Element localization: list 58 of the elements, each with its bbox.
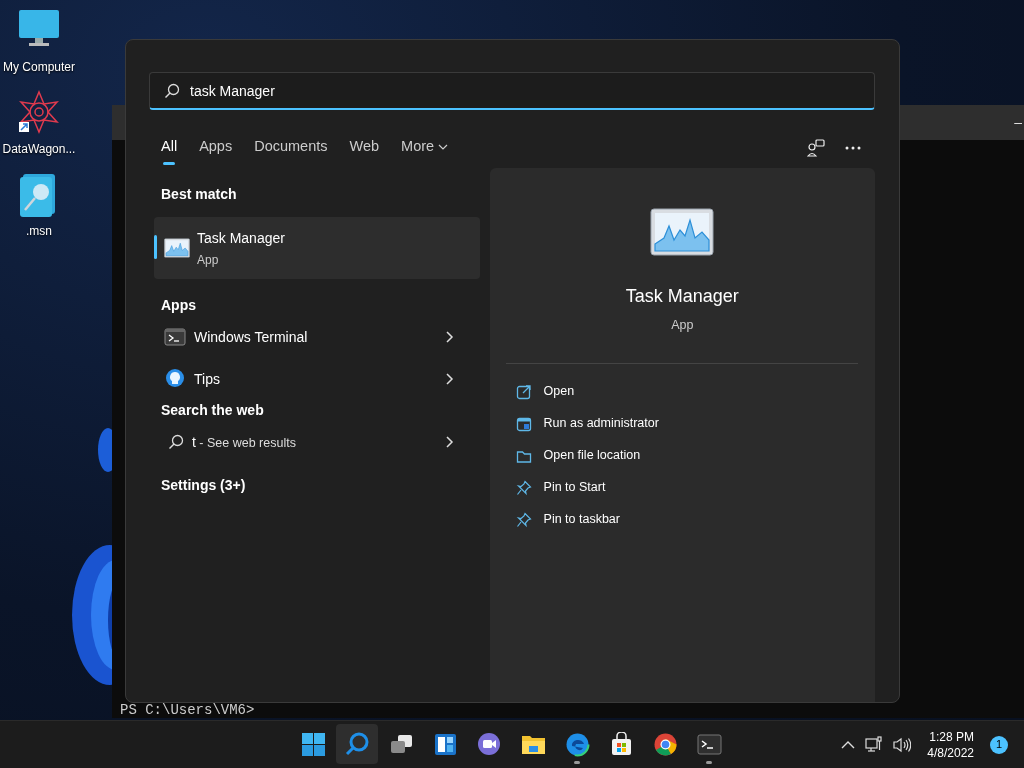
section-heading: Best match: [160, 185, 238, 204]
filter-dropdown[interactable]: More: [401, 132, 449, 162]
desktop-icon-label[interactable]: DataWagon...: [2, 140, 76, 158]
app-result-item[interactable]: Windows Terminal: [154, 316, 480, 358]
caret-icon: [438, 143, 449, 151]
terminal-icon: [164, 326, 186, 348]
shield-window-icon: [515, 415, 532, 432]
network-button[interactable]: [865, 736, 884, 753]
section-heading: Search the web: [160, 401, 265, 420]
app-title: Task Manager: [625, 285, 739, 308]
section-heading: Apps: [160, 296, 197, 315]
action-link[interactable]: Pin to taskbar: [515, 503, 875, 536]
action-link[interactable]: Open file location: [515, 439, 875, 472]
filter-tab[interactable]: Apps: [199, 132, 233, 162]
terminal-icon: [696, 731, 722, 757]
round-browser-icon: [652, 731, 678, 757]
filter-tab[interactable]: Documents: [254, 132, 328, 162]
section-heading: Settings (3+): [160, 476, 247, 495]
app-result-item[interactable]: Tips: [154, 358, 480, 400]
search-icon: [164, 83, 180, 99]
speaker-icon: [893, 736, 912, 753]
desktop-icon-label[interactable]: .msn: [26, 222, 52, 240]
video-chat-icon: [476, 731, 502, 757]
best-match-item[interactable]: Task Manager App: [154, 217, 480, 279]
app-type: App: [671, 317, 694, 334]
action-link[interactable]: Open: [515, 375, 875, 408]
terminal-prompt: PS C:\Users\VM6>: [120, 703, 255, 717]
action-link[interactable]: Pin to Start: [515, 471, 875, 504]
chevron-icon: [443, 373, 454, 385]
chevron-up-icon: [841, 739, 856, 750]
filter-tab[interactable]: All: [161, 132, 178, 162]
minimize-button[interactable]: –: [1014, 112, 1022, 133]
pin-icon: [515, 511, 532, 528]
filter-tab[interactable]: Web: [349, 132, 380, 162]
chevron-icon: [443, 436, 454, 448]
notification-badge: 1: [990, 735, 1008, 754]
search-icon: [168, 434, 184, 450]
open-external-icon: [515, 383, 532, 400]
chart-window-icon: [164, 238, 190, 258]
star-emblem-icon: [17, 90, 61, 136]
windows-logo-icon: [300, 731, 326, 757]
browser-wave-icon: [564, 731, 590, 757]
network-monitor-icon: [865, 736, 884, 753]
show-hidden-icons-button[interactable]: [841, 739, 856, 750]
chart-window-icon: [650, 208, 715, 256]
widgets-icon: [432, 731, 458, 757]
desktop-icon-label[interactable]: My Computer: [3, 58, 75, 76]
pin-icon: [515, 479, 532, 496]
volume-button[interactable]: [893, 736, 912, 753]
chevron-icon: [443, 331, 454, 343]
clock[interactable]: 1:28 PM 4/8/2022: [927, 728, 974, 761]
action-link[interactable]: Run as administrator: [515, 407, 875, 440]
search-icon: [344, 731, 370, 757]
search-field[interactable]: task Manager: [149, 72, 875, 110]
lightbulb-icon: [164, 368, 186, 390]
web-search-item[interactable]: t - See web results: [154, 421, 480, 463]
ellipsis-icon: [845, 145, 861, 150]
people-chat-icon: [807, 138, 825, 157]
